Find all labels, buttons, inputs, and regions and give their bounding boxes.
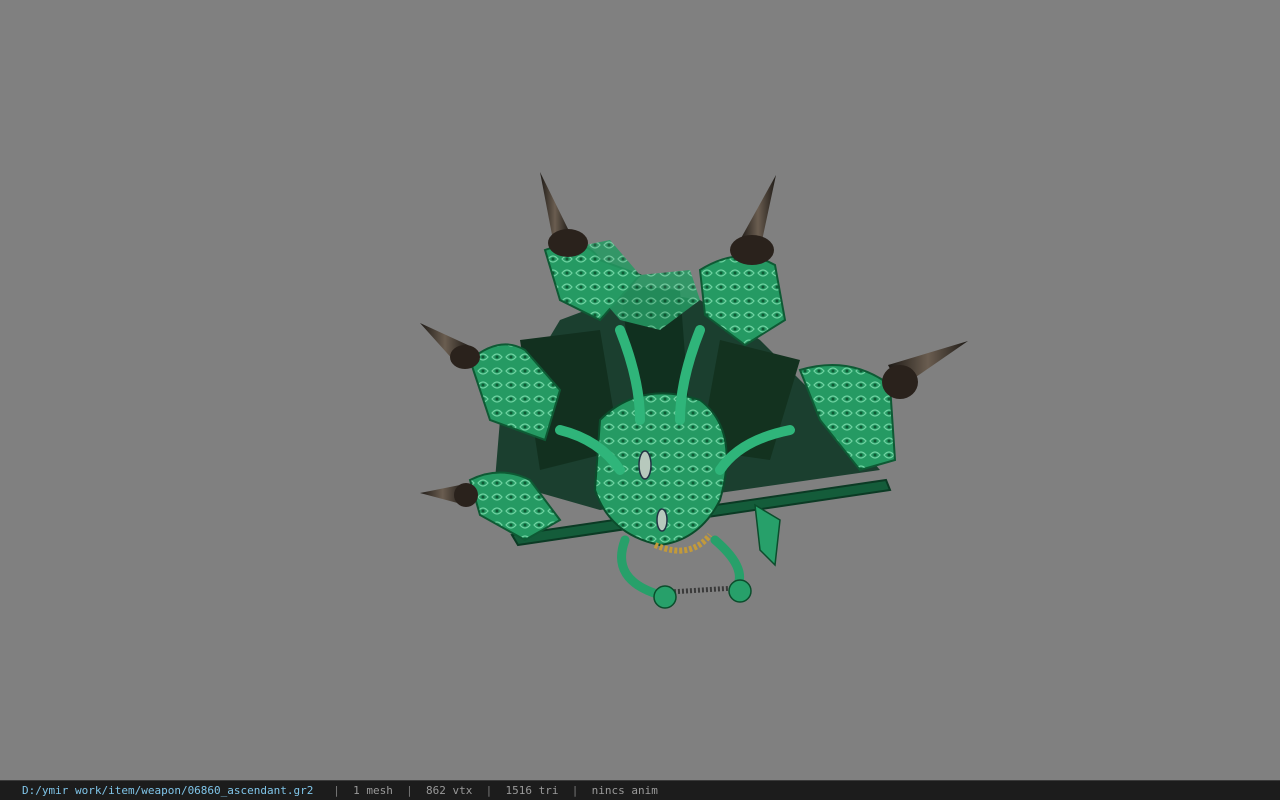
gem-upper [638,450,652,480]
spike-right [882,341,968,399]
gem-lower [656,508,668,532]
spike-top-left [540,172,588,257]
weapon-model-render[interactable] [0,0,1280,780]
vertex-count: 862 vtx [426,784,473,797]
separator: | [406,784,413,797]
status-bar: D:/ymir work/item/weapon/06860_ascendant… [0,780,1280,800]
spike-lower-left [420,483,478,507]
file-path: D:/ymir work/item/weapon/06860_ascendant… [22,784,314,797]
spike-top-right [730,175,776,265]
animation-status: nincs anim [591,784,658,797]
3d-viewport[interactable] [0,0,1280,780]
spike-left [420,323,480,369]
separator: | [333,784,340,797]
separator: | [571,784,579,797]
triangle-count: 1516 tri [505,784,559,797]
mesh-count: 1 mesh [353,784,393,797]
separator: | [485,784,493,797]
